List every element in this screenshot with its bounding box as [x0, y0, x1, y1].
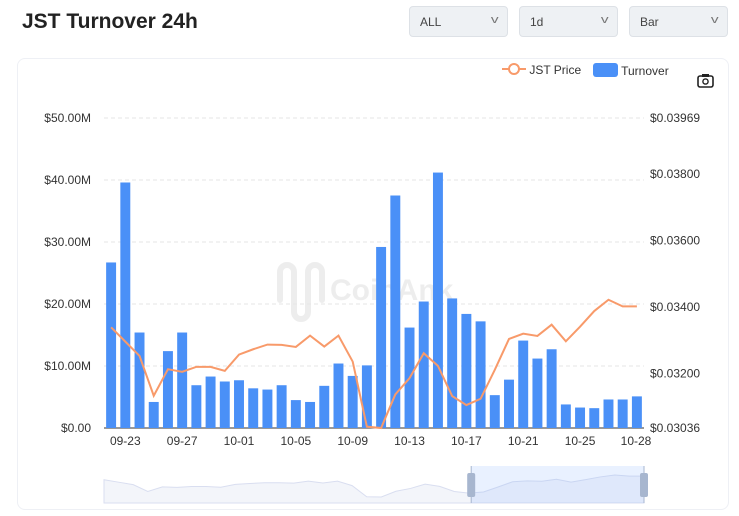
turnover-bar	[120, 182, 131, 428]
turnover-bar	[276, 385, 287, 428]
chart-canvas: CoinAnk $0.00$10.00M$20.00M$30.00M$40.00…	[44, 111, 700, 504]
x-tick-label: 10-09	[337, 434, 368, 448]
datazoom-handle[interactable]	[467, 473, 476, 497]
y-left-tick-label: $40.00M	[44, 173, 91, 187]
x-tick-label: 10-05	[280, 434, 311, 448]
turnover-bar	[546, 349, 557, 428]
y-right-tick-label: $0.03600	[650, 234, 700, 248]
y-right-tick-label: $0.03969	[650, 111, 700, 125]
turnover-bar	[319, 385, 330, 428]
turnover-bar	[603, 399, 614, 428]
turnover-bar	[475, 321, 486, 428]
turnover-bar	[248, 388, 259, 428]
turnover-bar	[447, 298, 458, 428]
turnover-bar	[177, 332, 188, 428]
price-line	[110, 298, 637, 430]
x-tick-label: 10-25	[565, 434, 596, 448]
turnover-bar	[518, 340, 529, 428]
x-tick-label: 10-17	[451, 434, 482, 448]
y-left-tick-label: $50.00M	[44, 111, 91, 125]
x-tick-label: 09-23	[110, 434, 141, 448]
turnover-bar	[504, 379, 514, 428]
turnover-bar	[162, 351, 173, 428]
x-tick-label: 09-27	[167, 434, 198, 448]
y-left-tick-label: $30.00M	[44, 235, 91, 249]
y-left-tick-label: $0.00	[61, 421, 91, 435]
y-left-tick-label: $20.00M	[44, 297, 91, 311]
y-left-tick-label: $10.00M	[44, 359, 91, 373]
y-right-tick-label: $0.03400	[650, 300, 700, 314]
turnover-bar	[631, 396, 642, 428]
turnover-bar	[589, 408, 600, 428]
turnover-bar	[532, 358, 543, 428]
turnover-bar	[617, 399, 628, 428]
x-tick-label: 10-21	[508, 434, 539, 448]
y-right-tick-label: $0.03800	[650, 167, 700, 181]
turnover-bar	[333, 363, 344, 428]
turnover-bar	[262, 389, 273, 428]
turnover-bar	[205, 376, 216, 428]
turnover-bar	[461, 313, 472, 428]
turnover-bar	[489, 395, 500, 428]
turnover-bar	[432, 172, 443, 428]
turnover-bar	[234, 380, 244, 428]
turnover-bar	[219, 381, 230, 428]
datazoom-window[interactable]	[471, 466, 644, 503]
turnover-bar	[305, 401, 316, 428]
turnover-bar	[191, 385, 202, 428]
turnover-bar	[148, 401, 159, 428]
turnover-bar	[575, 407, 586, 428]
x-tick-label: 10-13	[394, 434, 425, 448]
x-tick-label: 10-28	[621, 434, 652, 448]
turnover-bar	[347, 375, 358, 428]
turnover-bar	[134, 332, 145, 428]
turnover-bar	[560, 404, 571, 428]
datazoom-handle[interactable]	[640, 473, 648, 497]
y-right-tick-label: $0.03200	[650, 367, 700, 381]
turnover-bar	[418, 301, 429, 428]
turnover-bar	[106, 262, 117, 428]
turnover-bar	[376, 246, 387, 428]
x-tick-label: 10-01	[224, 434, 255, 448]
turnover-bar	[290, 400, 301, 428]
turnover-bar	[361, 365, 372, 428]
y-right-tick-label: $0.03036	[650, 421, 700, 435]
